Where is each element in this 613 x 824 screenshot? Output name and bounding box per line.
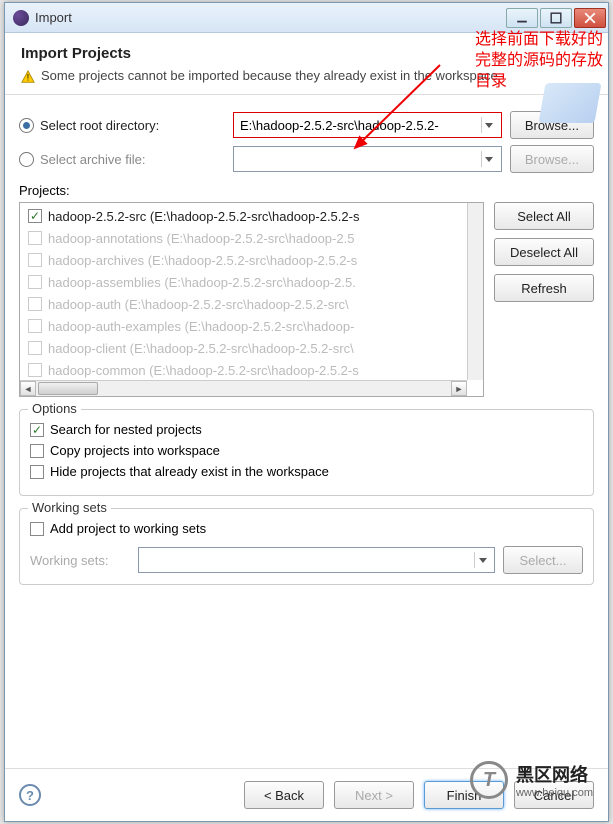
browse-archive-button: Browse... (510, 145, 594, 173)
project-checkbox (28, 319, 42, 333)
project-checkbox (28, 297, 42, 311)
root-directory-label: Select root directory: (40, 118, 225, 133)
list-item: hadoop-archives (E:\hadoop-2.5.2-src\had… (22, 249, 481, 271)
next-button: Next > (334, 781, 414, 809)
project-checkbox (28, 341, 42, 355)
checkbox-copy-into-workspace[interactable] (30, 444, 44, 458)
radio-root-directory[interactable] (19, 118, 34, 133)
list-item: hadoop-assemblies (E:\hadoop-2.5.2-src\h… (22, 271, 481, 293)
archive-file-combo[interactable] (233, 146, 502, 172)
project-item-text: hadoop-client (E:\hadoop-2.5.2-src\hadoo… (48, 341, 354, 356)
finish-button[interactable]: Finish (424, 781, 504, 809)
project-item-text: hadoop-archives (E:\hadoop-2.5.2-src\had… (48, 253, 357, 268)
list-item: hadoop-auth (E:\hadoop-2.5.2-src\hadoop-… (22, 293, 481, 315)
project-item-text: hadoop-auth (E:\hadoop-2.5.2-src\hadoop-… (48, 297, 349, 312)
options-group: Options Search for nested projects Copy … (19, 409, 594, 496)
project-item-text: hadoop-common (E:\hadoop-2.5.2-src\hadoo… (48, 363, 359, 378)
checkbox-hide-existing[interactable] (30, 465, 44, 479)
root-directory-combo[interactable]: E:\hadoop-2.5.2-src\hadoop-2.5.2- (233, 112, 502, 138)
warning-text: Some projects cannot be imported because… (41, 68, 498, 83)
select-all-button[interactable]: Select All (494, 202, 594, 230)
eclipse-icon (13, 10, 29, 26)
list-item: hadoop-auth-examples (E:\hadoop-2.5.2-sr… (22, 315, 481, 337)
checkbox-add-to-working-sets[interactable] (30, 522, 44, 536)
help-icon[interactable]: ? (19, 784, 41, 806)
projects-list[interactable]: hadoop-2.5.2-src (E:\hadoop-2.5.2-src\ha… (19, 202, 484, 397)
dialog-header: Import Projects ! Some projects cannot b… (5, 33, 608, 95)
project-checkbox (28, 363, 42, 377)
working-sets-select-button: Select... (503, 546, 583, 574)
header-decoration (538, 83, 601, 123)
close-button[interactable] (574, 8, 606, 28)
warning-icon: ! (21, 70, 35, 84)
dropdown-arrow-icon (474, 552, 490, 568)
project-checkbox[interactable] (28, 209, 42, 223)
window-title: Import (35, 10, 504, 25)
horizontal-scrollbar[interactable]: ◄► (20, 380, 467, 396)
list-item: hadoop-client (E:\hadoop-2.5.2-src\hadoo… (22, 337, 481, 359)
minimize-button[interactable] (506, 8, 538, 28)
radio-archive-file[interactable] (19, 152, 34, 167)
list-item: hadoop-annotations (E:\hadoop-2.5.2-src\… (22, 227, 481, 249)
deselect-all-button[interactable]: Deselect All (494, 238, 594, 266)
working-sets-label: Working sets: (30, 553, 130, 568)
dropdown-arrow-icon[interactable] (481, 151, 497, 167)
project-item-text: hadoop-annotations (E:\hadoop-2.5.2-src\… (48, 231, 354, 246)
maximize-button[interactable] (540, 8, 572, 28)
back-button[interactable]: < Back (244, 781, 324, 809)
project-checkbox (28, 231, 42, 245)
checkbox-search-nested[interactable] (30, 423, 44, 437)
vertical-scrollbar[interactable] (467, 203, 483, 380)
cancel-button[interactable]: Cancel (514, 781, 594, 809)
project-item-text: hadoop-2.5.2-src (E:\hadoop-2.5.2-src\ha… (48, 209, 359, 224)
list-item: hadoop-common (E:\hadoop-2.5.2-src\hadoo… (22, 359, 481, 381)
dropdown-arrow-icon[interactable] (481, 117, 497, 133)
archive-file-label: Select archive file: (40, 152, 225, 167)
dialog-footer: ? < Back Next > Finish Cancel (5, 768, 608, 821)
list-item[interactable]: hadoop-2.5.2-src (E:\hadoop-2.5.2-src\ha… (22, 205, 481, 227)
svg-text:!: ! (27, 73, 29, 83)
project-item-text: hadoop-assemblies (E:\hadoop-2.5.2-src\h… (48, 275, 356, 290)
working-sets-combo (138, 547, 495, 573)
project-checkbox (28, 253, 42, 267)
project-item-text: hadoop-auth-examples (E:\hadoop-2.5.2-sr… (48, 319, 354, 334)
working-sets-group: Working sets Add project to working sets… (19, 508, 594, 585)
page-title: Import Projects (21, 45, 592, 62)
projects-label: Projects: (19, 183, 594, 198)
titlebar[interactable]: Import (5, 3, 608, 33)
refresh-button[interactable]: Refresh (494, 274, 594, 302)
project-checkbox (28, 275, 42, 289)
